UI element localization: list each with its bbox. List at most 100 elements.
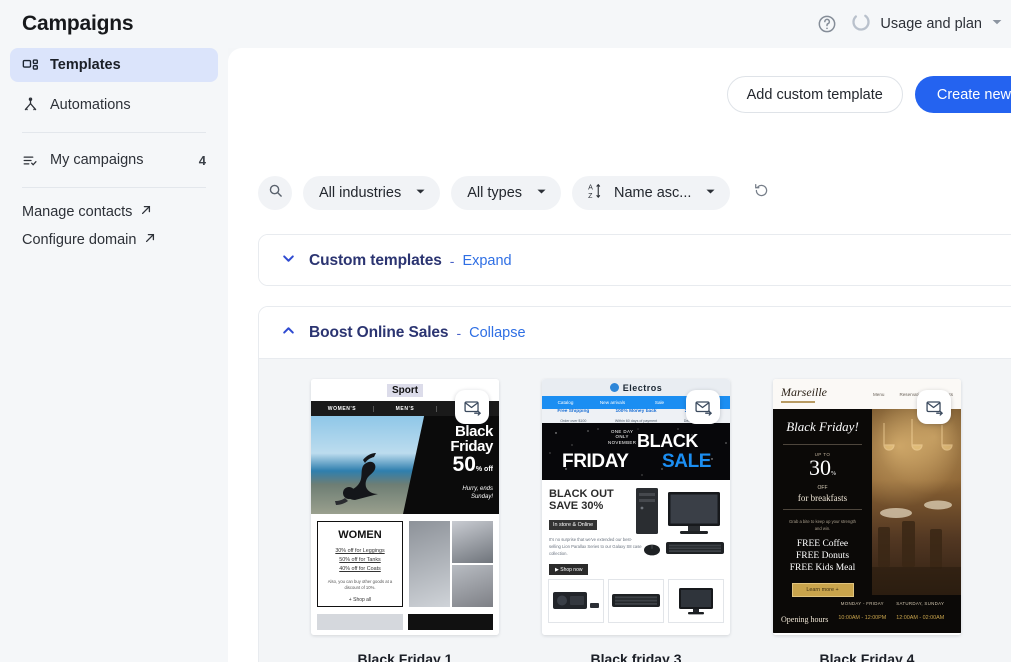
thumb-hero-kicker: ONE DAY ONLY NOVEMBER <box>608 429 636 445</box>
action-buttons: Add custom template Create new <box>727 76 1011 113</box>
sidebar-link-label: Manage contacts <box>22 204 132 220</box>
template-card[interactable]: Marseille Menu Reservation Events <box>773 379 961 662</box>
keyboard-icon <box>610 588 662 614</box>
sidebar: Templates Automations My campaigns 4 Man… <box>0 48 228 662</box>
svg-text:Z: Z <box>588 192 593 199</box>
thumb-hero: ONE DAY ONLY NOVEMBER BLACK FRIDAY SALE <box>542 423 730 480</box>
layout-template-icon <box>22 57 39 74</box>
usage-and-plan-button[interactable]: Usage and plan <box>851 12 1003 37</box>
sidebar-item-my-campaigns[interactable]: My campaigns 4 <box>10 143 218 177</box>
product-cell <box>608 579 664 623</box>
thumb-photo-grid <box>409 521 493 607</box>
section-collapse-link[interactable]: Collapse <box>469 325 525 341</box>
thumb-footer: You are receiving this mail because you … <box>773 633 961 635</box>
mail-send-icon[interactable] <box>455 390 489 424</box>
thumb-offer-box: WOMEN 30% off for Leggings 50% off for T… <box>317 521 403 607</box>
thumb-offer-panel: Black Friday! UP TO 30% OFF for breakfas… <box>773 409 872 595</box>
thumb-body: BLACK OUT SAVE 30% In store & Online It'… <box>542 480 730 579</box>
search-button[interactable] <box>258 176 292 210</box>
reset-filters-button[interactable] <box>746 178 776 208</box>
thumb-cta-button: Learn more + <box>792 583 854 597</box>
sort-filter[interactable]: A Z Name asc... <box>572 176 730 210</box>
sidebar-link-label: Configure domain <box>22 232 136 248</box>
section-expand-link[interactable]: Expand <box>462 253 511 269</box>
industries-filter[interactable]: All industries <box>303 176 440 210</box>
template-card[interactable]: Electros Catalog New arrivals Sale Blog … <box>542 379 730 662</box>
thumb-hero-black: BLACK <box>637 431 698 452</box>
template-grid: Sport WOMEN'S MEN'S FIND <box>259 379 1011 662</box>
section-header[interactable]: Custom templates - Expand <box>259 235 1011 286</box>
loading-ring-icon <box>851 12 871 37</box>
section-title: Boost Online Sales <box>309 324 448 342</box>
sidebar-item-label: My campaigns <box>50 152 143 168</box>
restaurant-interior-icon <box>872 409 961 595</box>
sidebar-link-configure-domain[interactable]: Configure domain <box>10 226 218 254</box>
sort-filter-label: Name asc... <box>614 185 691 201</box>
thumb-brand: Marseille <box>781 385 827 403</box>
product-cell <box>548 579 604 623</box>
thumb-opening-hours: Opening hours MONDAY - FRIDAY10:00AM - 1… <box>773 595 961 633</box>
types-filter-label: All types <box>467 185 522 201</box>
template-thumbnail[interactable]: Sport WOMEN'S MEN'S FIND <box>311 379 499 635</box>
chevron-down-icon[interactable] <box>991 15 1003 33</box>
sidebar-divider-1 <box>22 132 206 133</box>
filter-bar: All industries All types A Z Name asc... <box>258 176 776 210</box>
top-bar: Campaigns Usage and plan <box>0 0 1011 48</box>
sidebar-divider-2 <box>22 187 206 188</box>
thumb-hero-sale: SALE <box>662 451 711 473</box>
monitor-icon <box>674 585 718 617</box>
speaker-icon <box>550 586 602 616</box>
thumb-hero-text: Black Friday 50% off Hurry, ends Sunday! <box>407 424 493 501</box>
az-sort-icon: A Z <box>588 183 604 203</box>
sidebar-item-templates[interactable]: Templates <box>10 48 218 82</box>
product-cell <box>668 579 724 623</box>
template-card[interactable]: Sport WOMEN'S MEN'S FIND <box>311 379 499 662</box>
athlete-silhouette-icon <box>329 438 393 508</box>
thumb-bottom-strip <box>311 614 499 630</box>
thumb-hero-friday: FRIDAY <box>562 451 629 473</box>
automation-branch-icon <box>22 97 39 114</box>
chevron-up-icon[interactable] <box>281 323 309 343</box>
sidebar-item-automations[interactable]: Automations <box>10 88 218 122</box>
external-link-icon <box>140 204 152 220</box>
section-title: Custom templates <box>309 252 442 270</box>
mail-send-icon[interactable] <box>686 390 720 424</box>
mail-send-icon[interactable] <box>917 390 951 424</box>
sidebar-item-count: 4 <box>199 153 206 168</box>
industries-filter-label: All industries <box>319 185 401 201</box>
create-new-button[interactable]: Create new <box>915 76 1011 113</box>
sidebar-item-label: Templates <box>50 57 121 73</box>
chevron-down-icon <box>701 185 716 201</box>
thumb-hero: Black Friday 50% off Hurry, ends Sunday! <box>311 416 499 514</box>
question-circle-icon[interactable] <box>817 14 837 34</box>
thumb-main: Black Friday! UP TO 30% OFF for breakfas… <box>773 409 961 595</box>
template-thumbnail[interactable]: Electros Catalog New arrivals Sale Blog … <box>542 379 730 635</box>
section-dash: - <box>456 325 461 341</box>
types-filter[interactable]: All types <box>451 176 561 210</box>
svg-text:A: A <box>588 184 593 192</box>
chevron-down-icon <box>532 185 547 201</box>
section-body: Sport WOMEN'S MEN'S FIND <box>259 358 1011 662</box>
section-header[interactable]: Boost Online Sales - Collapse <box>259 307 1011 358</box>
desktop-computer-icon <box>632 486 726 568</box>
thumb-free-items: FREE Coffee FREE Donuts FREE Kids Meal <box>781 538 864 574</box>
top-bar-right: Usage and plan <box>817 12 1011 37</box>
chevron-down-icon <box>411 185 426 201</box>
content-panel: Add custom template Create new All indus… <box>228 48 1011 662</box>
template-name: Black Friday 4 <box>773 651 961 662</box>
section-custom-templates: Custom templates - Expand <box>258 234 1011 286</box>
external-link-icon <box>144 232 156 248</box>
section-boost-online-sales: Boost Online Sales - Collapse <box>258 306 1011 662</box>
sidebar-item-label: Automations <box>50 97 131 113</box>
chevron-down-icon[interactable] <box>281 251 309 271</box>
page-title: Campaigns <box>22 12 133 36</box>
reset-rotate-icon <box>753 182 770 204</box>
add-custom-template-button[interactable]: Add custom template <box>727 76 903 113</box>
sidebar-link-manage-contacts[interactable]: Manage contacts <box>10 198 218 226</box>
template-thumbnail[interactable]: Marseille Menu Reservation Events <box>773 379 961 635</box>
list-check-icon <box>22 152 39 169</box>
thumb-product-grid <box>542 579 730 623</box>
template-name: Black friday 3 <box>542 651 730 662</box>
template-name: Black Friday 1 <box>311 651 499 662</box>
search-icon <box>268 183 283 203</box>
